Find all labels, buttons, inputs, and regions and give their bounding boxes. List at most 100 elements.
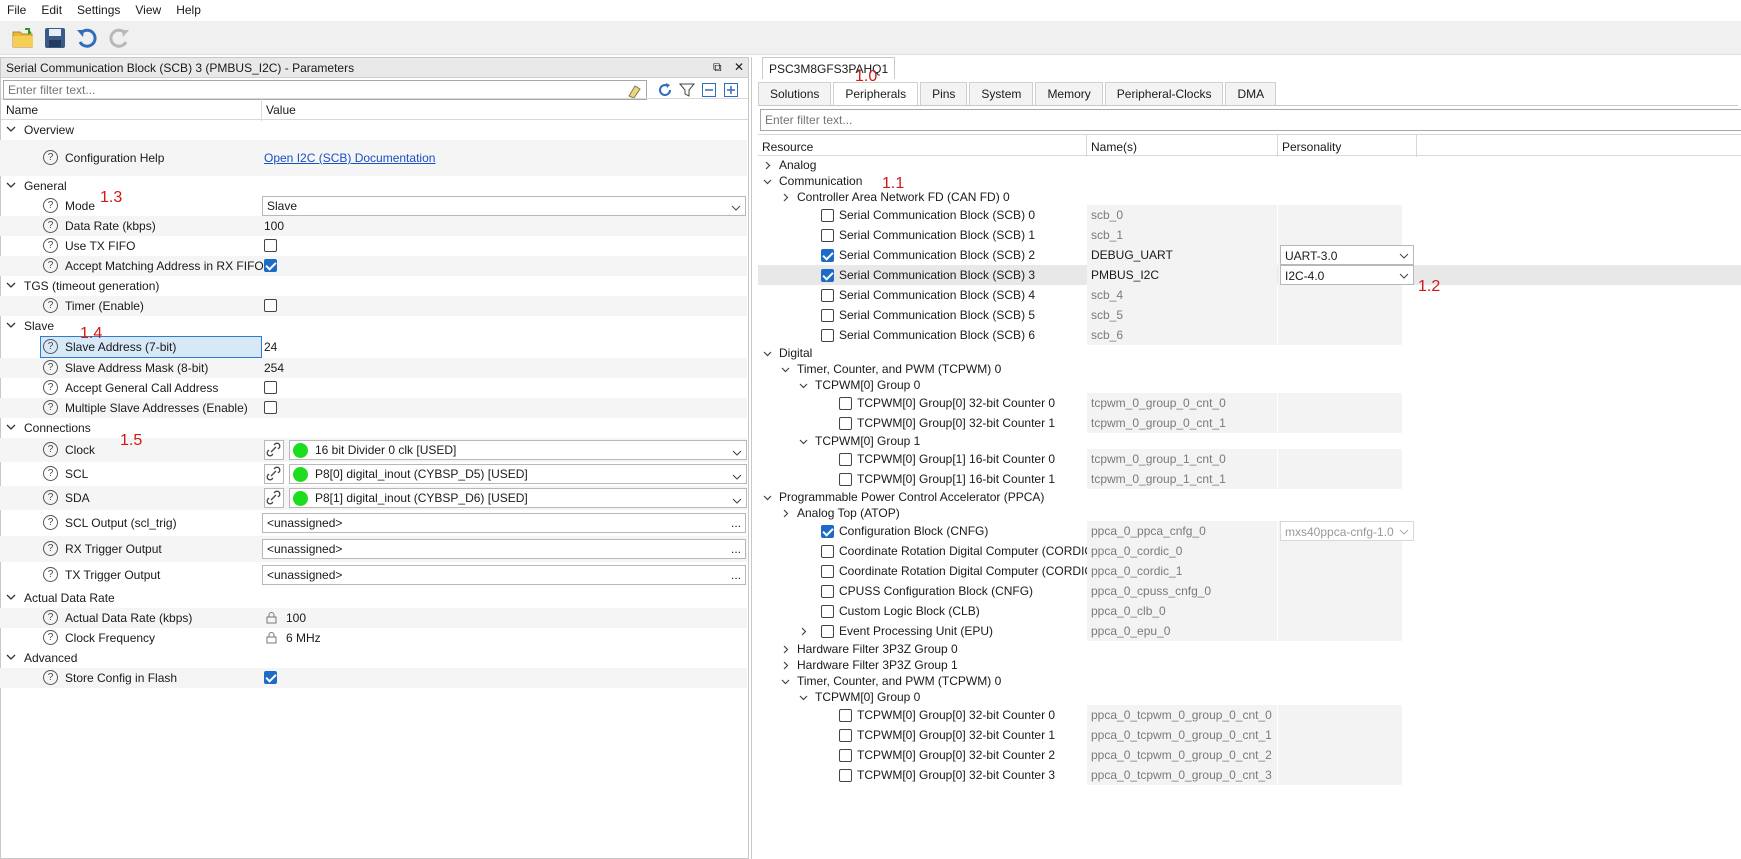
param-group-overview[interactable]: Overview xyxy=(0,120,747,140)
resource-name[interactable]: tcpwm_0_group_1_cnt_1 xyxy=(1087,469,1277,489)
resource-name[interactable]: ppca_0_tcpwm_0_group_0_cnt_3 xyxy=(1087,765,1277,785)
resource-name[interactable]: scb_6 xyxy=(1087,325,1277,345)
tab-dma[interactable]: DMA xyxy=(1225,82,1277,105)
resource-category-row[interactable]: TCPWM[0] Group 0 xyxy=(758,689,1741,705)
tab-pins[interactable]: Pins xyxy=(920,82,968,105)
menu-file[interactable]: File xyxy=(0,0,34,21)
tab-system[interactable]: System xyxy=(969,82,1034,105)
timer-checkbox[interactable] xyxy=(264,299,277,312)
help-icon[interactable]: ? xyxy=(43,339,58,354)
expand-all-icon[interactable] xyxy=(723,82,739,98)
mode-dropdown[interactable]: Slave xyxy=(262,196,746,216)
resource-category-row[interactable]: Analog Top (ATOP) xyxy=(758,505,1741,521)
more-options-button[interactable]: ... xyxy=(731,514,741,532)
help-icon[interactable]: ? xyxy=(43,298,58,313)
slave-mask-value[interactable]: 254 xyxy=(264,361,284,375)
resource-enable-checkbox[interactable] xyxy=(839,417,852,430)
link-button[interactable] xyxy=(264,464,284,484)
resource-name[interactable]: scb_5 xyxy=(1087,305,1277,325)
resource-row[interactable]: Serial Communication Block (SCB) 4 scb_4 xyxy=(758,285,1741,305)
menu-settings[interactable]: Settings xyxy=(70,0,128,21)
param-group-advanced[interactable]: Advanced xyxy=(0,648,747,668)
restore-icon[interactable]: ⧉ xyxy=(713,60,722,75)
resource-enable-checkbox[interactable] xyxy=(821,545,834,558)
resource-name[interactable]: ppca_0_ppca_cnfg_0 xyxy=(1087,521,1277,541)
resource-enable-checkbox[interactable] xyxy=(821,329,834,342)
chevron-down-icon[interactable] xyxy=(762,492,773,503)
resource-row[interactable]: Serial Communication Block (SCB) 6 scb_6 xyxy=(758,325,1741,345)
resource-category-row[interactable]: Hardware Filter 3P3Z Group 0 xyxy=(758,641,1741,657)
resource-row[interactable]: Serial Communication Block (SCB) 0 scb_0 xyxy=(758,205,1741,225)
chevron-down-icon[interactable] xyxy=(798,436,809,447)
chevron-right-icon[interactable] xyxy=(780,508,791,519)
menu-edit[interactable]: Edit xyxy=(34,0,70,21)
resource-row[interactable]: Serial Communication Block (SCB) 3 PMBUS_… xyxy=(758,265,1741,285)
rx_trig-dropdown[interactable]: <unassigned>... xyxy=(262,539,746,559)
chevron-right-icon[interactable] xyxy=(798,626,809,637)
resource-enable-checkbox[interactable] xyxy=(821,289,834,302)
tab-solutions[interactable]: Solutions xyxy=(758,82,832,105)
resource-name[interactable]: ppca_0_cordic_0 xyxy=(1087,541,1277,561)
resource-row[interactable]: Serial Communication Block (SCB) 5 scb_5 xyxy=(758,305,1741,325)
help-icon[interactable]: ? xyxy=(43,400,58,415)
help-icon[interactable]: ? xyxy=(43,360,58,375)
chevron-down-icon[interactable] xyxy=(5,123,17,135)
more-options-button[interactable]: ... xyxy=(731,566,741,584)
help-icon[interactable]: ? xyxy=(43,218,58,233)
resource-row[interactable]: CPUSS Configuration Block (CNFG) ppca_0_c… xyxy=(758,581,1741,601)
scl_out-dropdown[interactable]: <unassigned>... xyxy=(262,513,746,533)
resource-name[interactable]: scb_1 xyxy=(1087,225,1277,245)
resource-enable-checkbox[interactable] xyxy=(839,709,852,722)
resource-row[interactable]: TCPWM[0] Group[1] 16-bit Counter 0 tcpwm_… xyxy=(758,449,1741,469)
save-button[interactable] xyxy=(42,25,68,51)
resource-name[interactable]: ppca_0_tcpwm_0_group_0_cnt_1 xyxy=(1087,725,1277,745)
chevron-down-icon[interactable] xyxy=(5,651,17,663)
help-icon[interactable]: ? xyxy=(43,238,58,253)
chevron-down-icon[interactable] xyxy=(5,279,17,291)
resource-enable-checkbox[interactable] xyxy=(839,473,852,486)
resources-filter-input[interactable] xyxy=(760,109,1741,131)
resource-category-row[interactable]: Timer, Counter, and PWM (TCPWM) 0 xyxy=(758,673,1741,689)
personality-dropdown[interactable]: I2C-4.0 xyxy=(1280,265,1414,285)
resource-name[interactable]: scb_0 xyxy=(1087,205,1277,225)
resource-name[interactable]: ppca_0_tcpwm_0_group_0_cnt_0 xyxy=(1087,705,1277,725)
chevron-right-icon[interactable] xyxy=(780,660,791,671)
redo-button[interactable] xyxy=(106,25,132,51)
help-icon[interactable]: ? xyxy=(43,442,58,457)
help-icon[interactable]: ? xyxy=(43,515,58,530)
resource-enable-checkbox[interactable] xyxy=(821,229,834,242)
help-icon[interactable]: ? xyxy=(43,258,58,273)
resource-row[interactable]: TCPWM[0] Group[0] 32-bit Counter 0 tcpwm_… xyxy=(758,393,1741,413)
resource-enable-checkbox[interactable] xyxy=(821,625,834,638)
use-tx-fifo-checkbox[interactable] xyxy=(264,239,277,252)
chevron-down-icon[interactable] xyxy=(5,319,17,331)
store-flash-checkbox[interactable] xyxy=(264,671,277,684)
help-icon[interactable]: ? xyxy=(43,150,58,165)
more-options-button[interactable]: ... xyxy=(731,540,741,558)
chevron-down-icon[interactable] xyxy=(5,179,17,191)
chevron-down-icon[interactable] xyxy=(5,421,17,433)
tab-memory[interactable]: Memory xyxy=(1035,82,1103,105)
resource-enable-checkbox[interactable] xyxy=(821,249,834,262)
open-folder-button[interactable] xyxy=(10,25,36,51)
resource-row[interactable]: Coordinate Rotation Digital Computer (CO… xyxy=(758,561,1741,581)
resource-name[interactable]: ppca_0_cordic_1 xyxy=(1087,561,1277,581)
refresh-icon[interactable] xyxy=(657,82,673,98)
resource-row[interactable]: TCPWM[0] Group[0] 32-bit Counter 1 ppca_0… xyxy=(758,725,1741,745)
close-icon[interactable]: ✕ xyxy=(734,60,744,74)
chevron-down-icon[interactable] xyxy=(798,380,809,391)
tx_trig-dropdown[interactable]: <unassigned>... xyxy=(262,565,746,585)
personality-dropdown[interactable]: UART-3.0 xyxy=(1280,245,1414,265)
resource-enable-checkbox[interactable] xyxy=(839,453,852,466)
help-icon[interactable]: ? xyxy=(43,670,58,685)
clock-connection-dropdown[interactable]: 16 bit Divider 0 clk [USED] xyxy=(289,440,747,460)
help-icon[interactable]: ? xyxy=(43,198,58,213)
resource-category-row[interactable]: TCPWM[0] Group 0 xyxy=(758,377,1741,393)
resource-category-row[interactable]: Controller Area Network FD (CAN FD) 0 xyxy=(758,189,1741,205)
help-icon[interactable]: ? xyxy=(43,490,58,505)
resource-row[interactable]: TCPWM[0] Group[0] 32-bit Counter 3 ppca_0… xyxy=(758,765,1741,785)
param-group-tgs[interactable]: TGS (timeout generation) xyxy=(0,276,747,296)
resource-enable-checkbox[interactable] xyxy=(821,269,834,282)
tab-peripheral-clocks[interactable]: Peripheral-Clocks xyxy=(1104,82,1224,105)
help-icon[interactable]: ? xyxy=(43,610,58,625)
